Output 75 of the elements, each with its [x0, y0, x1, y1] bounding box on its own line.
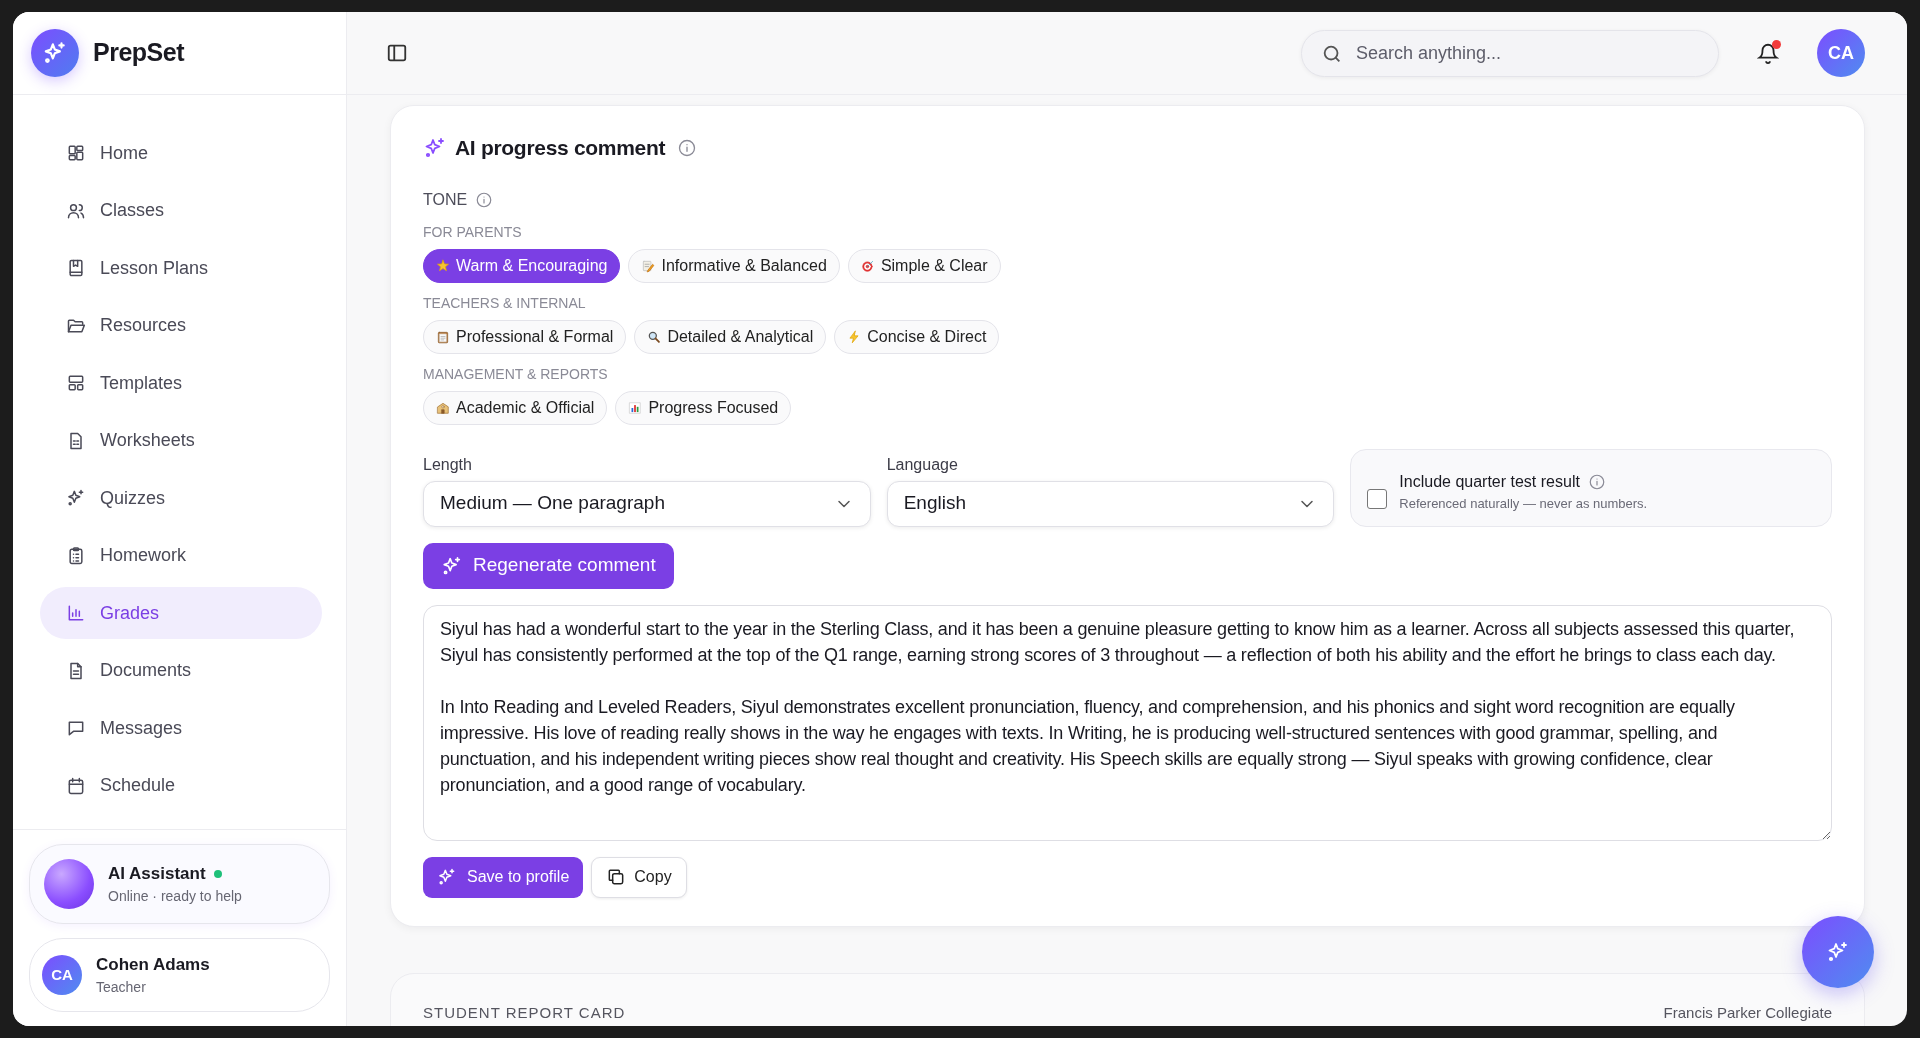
sidebar-item[interactable]: Worksheets	[40, 414, 322, 467]
assistant-card[interactable]: AI Assistant Online · ready to help	[29, 844, 330, 924]
sparkle-icon	[437, 867, 457, 887]
save-button[interactable]: Save to profile	[423, 856, 584, 898]
sparkle-icon	[1826, 940, 1850, 964]
sidebar-toggle-icon[interactable]	[386, 42, 408, 64]
lightning-icon	[847, 329, 862, 344]
notification-bell-icon[interactable]	[1757, 41, 1779, 65]
sparkle-icon	[441, 554, 463, 577]
clipboard-icon	[66, 545, 86, 566]
target-icon	[860, 258, 875, 273]
calendar-icon	[66, 775, 86, 796]
user-role: Teacher	[96, 978, 147, 998]
tone-chip[interactable]: Detailed & Analytical	[634, 319, 827, 354]
magnifier-icon	[647, 329, 662, 344]
field-label: Length	[423, 454, 473, 475]
tone-label: TONE	[423, 189, 468, 210]
card-title: AI progress comment	[455, 135, 666, 161]
assistant-name: AI Assistant	[108, 862, 206, 885]
logo-icon	[31, 29, 79, 77]
sidebar-item[interactable]: Grades	[40, 587, 322, 639]
field-label: Language	[886, 454, 959, 475]
sidebar-item[interactable]: Resources	[40, 299, 322, 352]
sidebar-item[interactable]: Home	[40, 127, 322, 179]
info-icon[interactable]	[677, 137, 698, 158]
length-select[interactable]: Medium — One paragraph	[423, 480, 871, 527]
message-icon	[66, 718, 86, 738]
user-avatar: CA	[42, 955, 82, 995]
book-icon	[66, 258, 86, 278]
tone-chip[interactable]: Academic & Official	[423, 390, 608, 425]
group-label: FOR PARENTS	[423, 222, 523, 242]
tone-chip[interactable]: Professional & Formal	[423, 319, 627, 354]
bar-chart-icon	[66, 603, 86, 623]
copy-button[interactable]: Copy	[591, 856, 687, 898]
language-select[interactable]: English	[886, 480, 1335, 527]
checkbox-label: Include quarter test result	[1399, 471, 1580, 492]
checkbox[interactable]	[1367, 488, 1388, 509]
layout-icon	[66, 373, 86, 393]
school-name: Francis Parker Collegiate	[1663, 1002, 1832, 1023]
info-icon[interactable]	[475, 190, 494, 209]
search-field[interactable]: Search anything...	[1301, 29, 1719, 77]
bar-chart-icon	[628, 400, 643, 415]
regenerate-button[interactable]: Regenerate comment	[423, 542, 674, 589]
grid-icon	[66, 143, 86, 163]
assistant-status: Online · ready to help	[108, 887, 242, 907]
user-avatar[interactable]: CA	[1817, 29, 1865, 77]
tone-chip[interactable]: Concise & Direct	[834, 319, 1000, 354]
user-card[interactable]: CA Cohen Adams Teacher	[29, 938, 330, 1012]
section-title: STUDENT REPORT CARD	[423, 1002, 626, 1023]
sidebar-item[interactable]: Schedule	[40, 759, 322, 812]
group-label: TEACHERS & INTERNAL	[423, 293, 587, 313]
sparkle-icon	[423, 135, 447, 160]
tone-chip[interactable]: Simple & Clear	[847, 248, 1001, 283]
info-icon[interactable]	[1587, 472, 1606, 491]
group-label: MANAGEMENT & REPORTS	[423, 364, 609, 384]
star-icon	[436, 258, 450, 273]
tone-chip[interactable]: Progress Focused	[615, 390, 792, 425]
memo-icon	[641, 258, 656, 273]
user-name: Cohen Adams	[96, 953, 210, 976]
checkbox-hint: Referenced naturally — never as numbers.	[1399, 494, 1648, 513]
clipboard-icon	[436, 329, 450, 344]
sidebar-item[interactable]: Quizzes	[40, 472, 322, 524]
assistant-orb-icon	[44, 859, 94, 909]
school-icon	[436, 400, 450, 415]
sidebar-item[interactable]: Lesson Plans	[40, 242, 322, 294]
tone-chip[interactable]: Warm & Encouraging	[423, 248, 621, 283]
app-name: PrepSet	[93, 37, 184, 69]
comment-field[interactable]: Siyul has had a wonderful start to the year in the Sterling Class, and it has been a genuine pleasure getting to know him as a learner. Across all subjects assessed this quarter, Siyul has consistently performed at the top of the Q1 range, earning strong scores of 3 throughout — a reflection of both his ability and the effort he brings to class each day. In Into Reading and Leveled Readers, Siyul demonstrates excellent pronunciation, fluency, and comprehension, and his phonics and sight word recognition are equally impressive. His love of reading really shows in the way he engages with texts. In Writing, he is producing well-structured sentences with good grammar, spelling, and punctuation, and his independent writing pieces show real thought and creativity. His Speech skills are equally strong — Siyul speaks with growing confidence, clear pronunciation, and a good range of vocabulary.	[423, 604, 1832, 841]
sidebar-item[interactable]: Homework	[40, 529, 322, 582]
sidebar-item[interactable]: Templates	[40, 357, 322, 409]
sparkle-icon	[66, 488, 86, 508]
tone-chip[interactable]: Informative & Balanced	[628, 248, 840, 283]
sidebar-item[interactable]: Classes	[40, 184, 322, 237]
sidebar-item[interactable]: Messages	[40, 702, 322, 754]
sidebar-item[interactable]: Documents	[40, 644, 322, 697]
